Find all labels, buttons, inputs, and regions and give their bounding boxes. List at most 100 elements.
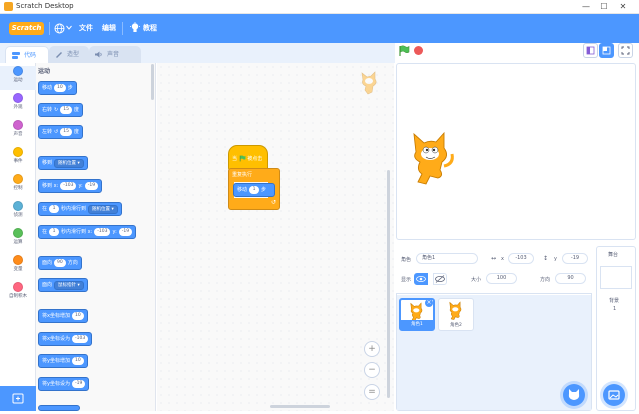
edit-menu[interactable]: 编辑: [102, 22, 116, 35]
green-flag-icon[interactable]: [398, 45, 410, 59]
tab-costumes[interactable]: 造型: [49, 46, 89, 63]
lightbulb-icon[interactable]: [130, 22, 140, 36]
block-set-y[interactable]: 将y坐标设为 -19: [38, 377, 90, 391]
x-input[interactable]: -103: [508, 253, 534, 264]
block-glide-to-xy[interactable]: 在 1 秒内滑行到 x: -103 y: -19: [38, 225, 137, 239]
block-point-direction[interactable]: 面向 90 方向: [38, 256, 82, 270]
block-go-to-xy[interactable]: 移到 x: -103 y: -19: [38, 179, 103, 193]
block-set-x[interactable]: 将x坐标设为 -103: [38, 332, 93, 346]
block-text: 面向: [42, 282, 53, 288]
sprite-tile-2[interactable]: 角色2: [438, 298, 474, 331]
add-extension-button[interactable]: [0, 386, 36, 411]
block-input[interactable]: 10: [71, 357, 84, 365]
stage-thumbnail[interactable]: [600, 266, 632, 289]
rotate-left-icon: ↺: [54, 129, 59, 135]
block-dropdown[interactable]: 鼠标指针 ▾: [54, 280, 84, 290]
maximize-button[interactable]: ☐: [598, 1, 610, 13]
close-button[interactable]: ✕: [617, 1, 629, 13]
block-input[interactable]: 1: [249, 186, 260, 194]
file-menu[interactable]: 文件: [79, 22, 93, 35]
block-input[interactable]: 10: [71, 312, 84, 320]
cat-sprite-thumbnail: [449, 301, 462, 320]
category-looks[interactable]: 外观: [0, 93, 36, 117]
block-text: 移到 x:: [42, 183, 59, 189]
category-sound[interactable]: 声音: [0, 120, 36, 144]
block-input[interactable]: 10: [54, 84, 66, 92]
delete-sprite-button[interactable]: ×: [425, 299, 433, 307]
block-dropdown[interactable]: 随机位置 ▾: [88, 204, 118, 214]
block-input[interactable]: -103: [94, 228, 111, 236]
cat-sprite[interactable]: [408, 130, 456, 188]
code-workspace[interactable]: [157, 63, 394, 411]
y-input[interactable]: -19: [562, 253, 588, 264]
category-dot: [13, 93, 23, 103]
small-stage-button[interactable]: [583, 43, 598, 58]
block-input[interactable]: -19: [84, 182, 99, 190]
tab-sounds[interactable]: 声音: [89, 46, 141, 63]
code-scrollbar[interactable]: [387, 170, 390, 398]
cat-sprite-watermark: [361, 71, 377, 95]
zoom-out-button[interactable]: −: [364, 362, 380, 378]
stop-icon[interactable]: [414, 46, 423, 55]
fullscreen-button[interactable]: [618, 43, 633, 58]
zoom-reset-button[interactable]: =: [364, 384, 380, 400]
tab-costumes-label: 造型: [67, 51, 80, 58]
script-move-block[interactable]: 移动 1 步: [233, 183, 275, 197]
block-input[interactable]: 1: [49, 205, 60, 213]
block-change-y[interactable]: 将y坐标增加 10: [38, 354, 88, 368]
block-input[interactable]: -19: [118, 228, 133, 236]
block-input[interactable]: 15: [60, 128, 72, 136]
block-input[interactable]: -103: [71, 335, 89, 343]
block-partial[interactable]: [38, 405, 80, 411]
block-text: 步: [261, 187, 267, 193]
category-menu: 运动 外观 声音 事件 控制 侦测 运算 变量 自制积木: [0, 63, 36, 391]
block-input[interactable]: -103: [60, 182, 77, 190]
dropdown-value: 鼠标指针: [58, 282, 77, 288]
sprite-name-input[interactable]: 角色1: [416, 253, 478, 264]
tutorials-menu[interactable]: 教程: [143, 22, 157, 35]
minimize-button[interactable]: —: [580, 1, 592, 13]
hide-sprite-button[interactable]: [433, 273, 447, 285]
menu-divider: [122, 22, 123, 35]
category-dot: [13, 147, 23, 157]
tab-code[interactable]: 代码: [5, 46, 49, 63]
palette-scrollbar[interactable]: [151, 64, 154, 100]
direction-input[interactable]: 90: [555, 273, 586, 284]
block-text: 将y坐标设为: [42, 381, 70, 387]
block-point-towards[interactable]: 面向 鼠标指针 ▾: [38, 278, 88, 292]
chevron-down-icon[interactable]: [66, 25, 72, 32]
size-input[interactable]: 100: [486, 273, 517, 284]
category-label: 运算: [13, 240, 23, 245]
category-dot: [13, 282, 23, 292]
category-events[interactable]: 事件: [0, 147, 36, 171]
block-glide-to[interactable]: 在 1 秒内滑行到 随机位置 ▾: [38, 202, 122, 216]
block-text: 秒内滑行到 x:: [61, 229, 93, 235]
block-input[interactable]: 15: [60, 106, 72, 114]
add-backdrop-button[interactable]: [603, 384, 625, 406]
block-text: 被点击: [247, 156, 263, 162]
block-turn-right[interactable]: 右转 ↻ 15 度: [38, 103, 83, 117]
add-sprite-button[interactable]: [563, 384, 585, 406]
block-move-steps[interactable]: 移动 10 步: [38, 81, 77, 95]
block-change-x[interactable]: 将x坐标增加 10: [38, 309, 88, 323]
block-input[interactable]: 90: [54, 259, 66, 267]
show-sprite-button[interactable]: [414, 273, 428, 285]
code-horizontal-scrollbar[interactable]: [270, 405, 330, 408]
normal-stage-button[interactable]: [599, 43, 614, 58]
block-go-to[interactable]: 移到 随机位置 ▾: [38, 156, 88, 170]
category-motion[interactable]: 运动: [0, 66, 36, 90]
y-arrows-icon: ↕: [543, 255, 549, 262]
category-control[interactable]: 控制: [0, 174, 36, 198]
globe-icon[interactable]: [54, 23, 65, 36]
block-turn-left[interactable]: 左转 ↺ 15 度: [38, 125, 83, 139]
category-operators[interactable]: 运算: [0, 228, 36, 252]
category-sensing[interactable]: 侦测: [0, 201, 36, 225]
block-input[interactable]: -19: [71, 380, 86, 388]
cat-add-icon: [568, 389, 580, 400]
category-variables[interactable]: 变量: [0, 255, 36, 279]
scratch-logo[interactable]: Scratch: [9, 22, 44, 35]
block-dropdown[interactable]: 随机位置 ▾: [54, 158, 84, 168]
zoom-in-button[interactable]: +: [364, 341, 380, 357]
block-input[interactable]: 1: [49, 228, 60, 236]
category-my-blocks[interactable]: 自制积木: [0, 282, 36, 306]
